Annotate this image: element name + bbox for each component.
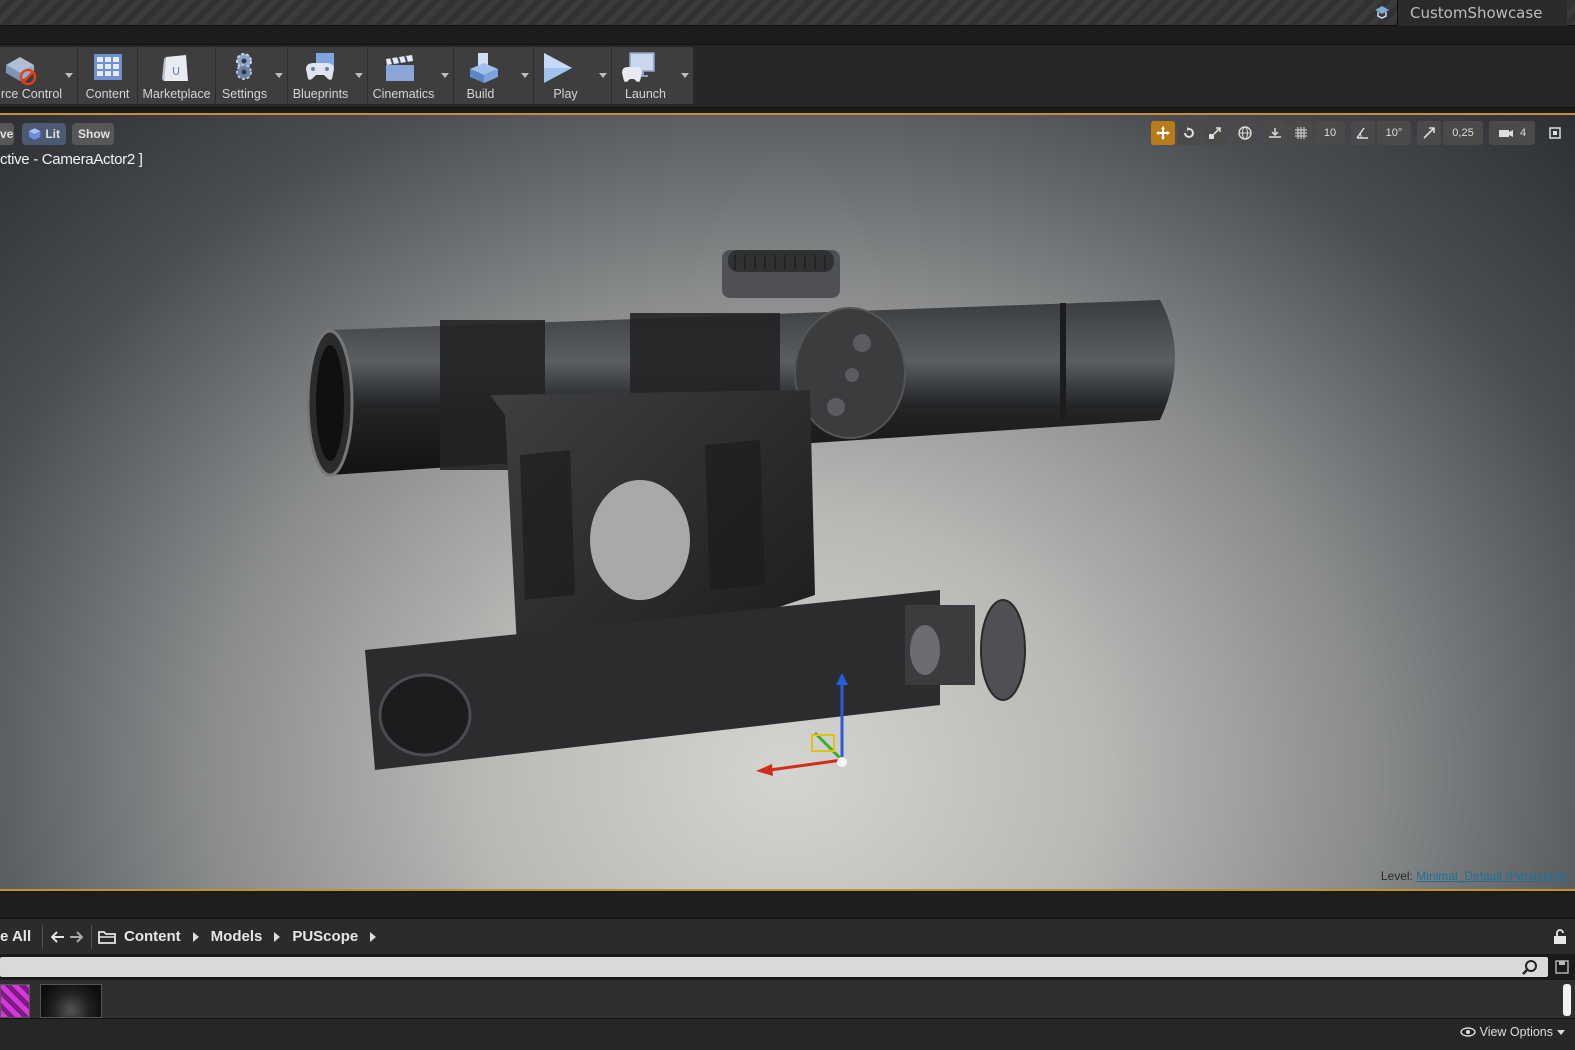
blueprints-gamepad-icon: [306, 53, 334, 80]
nav-separator: [91, 924, 92, 949]
settings-dropdown-icon[interactable]: [275, 73, 283, 78]
breadcrumb-chevron-icon[interactable]: [274, 931, 281, 942]
breadcrumb-puscope[interactable]: PUScope: [292, 928, 358, 945]
source-control-button[interactable]: rce Control: [0, 47, 78, 104]
forward-arrow-icon[interactable]: [67, 928, 85, 946]
scope-model[interactable]: [0, 115, 1575, 891]
settings-gears-icon: [236, 53, 252, 80]
source-control-icon: [6, 57, 37, 85]
menu-gap: [0, 26, 1575, 46]
asset-tile-material-sphere[interactable]: [40, 984, 102, 1018]
launch-label: Launch: [624, 87, 666, 101]
source-control-dropdown-icon[interactable]: [65, 73, 73, 78]
cinematics-button[interactable]: Cinematics: [368, 47, 454, 104]
project-tab[interactable]: CustomShowcase: [1397, 0, 1567, 26]
main-toolbar: rce Control Content U Marketplace Settin…: [0, 47, 693, 104]
folder-icon: [98, 930, 116, 944]
marketplace-label: Marketplace: [142, 87, 211, 101]
build-label: Build: [466, 87, 495, 101]
content-grid-icon: [94, 54, 122, 80]
launch-button[interactable]: Launch: [612, 47, 693, 104]
cinematics-dropdown-icon[interactable]: [441, 73, 449, 78]
content-browser-footer: View Options: [0, 1018, 1575, 1050]
cinematics-label: Cinematics: [372, 87, 435, 101]
play-icon: [544, 53, 572, 83]
title-bar: CustomShowcase: [0, 0, 1575, 26]
level-info: Level: Minimal_Default (Persistent): [1381, 869, 1567, 883]
build-dropdown-icon[interactable]: [521, 73, 529, 78]
eye-icon: [1459, 1027, 1476, 1037]
settings-label: Settings: [221, 87, 268, 101]
save-all-button[interactable]: e All: [0, 928, 36, 945]
blueprints-button[interactable]: Blueprints: [288, 47, 368, 104]
source-control-label: rce Control: [0, 87, 63, 101]
level-name-link[interactable]: Minimal_Default (Persistent): [1416, 869, 1567, 883]
blueprints-label: Blueprints: [292, 87, 349, 101]
project-name: CustomShowcase: [1410, 4, 1543, 22]
search-icon[interactable]: [1522, 959, 1538, 975]
asset-grid: [0, 980, 1575, 1018]
asset-grid-scrollbar[interactable]: [1563, 984, 1571, 1016]
level-prefix: Level:: [1380, 869, 1413, 883]
svg-text:U: U: [172, 65, 180, 78]
view-options-button[interactable]: View Options: [1459, 1025, 1565, 1039]
breadcrumb-chevron-icon[interactable]: [192, 931, 199, 942]
back-arrow-icon[interactable]: [49, 928, 67, 946]
breadcrumb-content[interactable]: Content: [124, 928, 181, 945]
build-button[interactable]: Build: [454, 47, 534, 104]
marketplace-bag-icon: U: [162, 55, 188, 81]
clapperboard-icon: [386, 55, 414, 81]
blueprints-dropdown-icon[interactable]: [355, 73, 363, 78]
project-icon: [1375, 6, 1389, 19]
asset-search-input[interactable]: [0, 957, 1548, 977]
lock-icon[interactable]: [1553, 929, 1567, 945]
asset-tile-texture[interactable]: [0, 984, 30, 1018]
play-button[interactable]: Play: [534, 47, 612, 104]
view-options-dropdown-icon: [1557, 1029, 1565, 1035]
play-dropdown-icon[interactable]: [599, 73, 607, 78]
breadcrumb-chevron-icon[interactable]: [370, 931, 377, 942]
launch-dropdown-icon[interactable]: [681, 73, 689, 78]
content-button[interactable]: Content: [78, 47, 138, 104]
play-label: Play: [553, 87, 578, 101]
content-browser-nav: e All Content Models PUScope: [0, 918, 1575, 954]
nav-separator: [42, 924, 43, 949]
view-options-label: View Options: [1479, 1025, 1553, 1039]
save-search-icon[interactable]: [1555, 960, 1569, 974]
launch-monitor-icon: [622, 52, 655, 82]
breadcrumb-models[interactable]: Models: [211, 928, 263, 945]
settings-button[interactable]: Settings: [216, 47, 288, 104]
marketplace-button[interactable]: U Marketplace: [138, 47, 216, 104]
level-viewport[interactable]: ve Lit Show ctive - CameraActor2 ] 10 10…: [0, 113, 1575, 891]
build-blocks-icon: [470, 53, 498, 83]
panel-gap: [0, 893, 1575, 917]
content-label: Content: [85, 87, 130, 101]
